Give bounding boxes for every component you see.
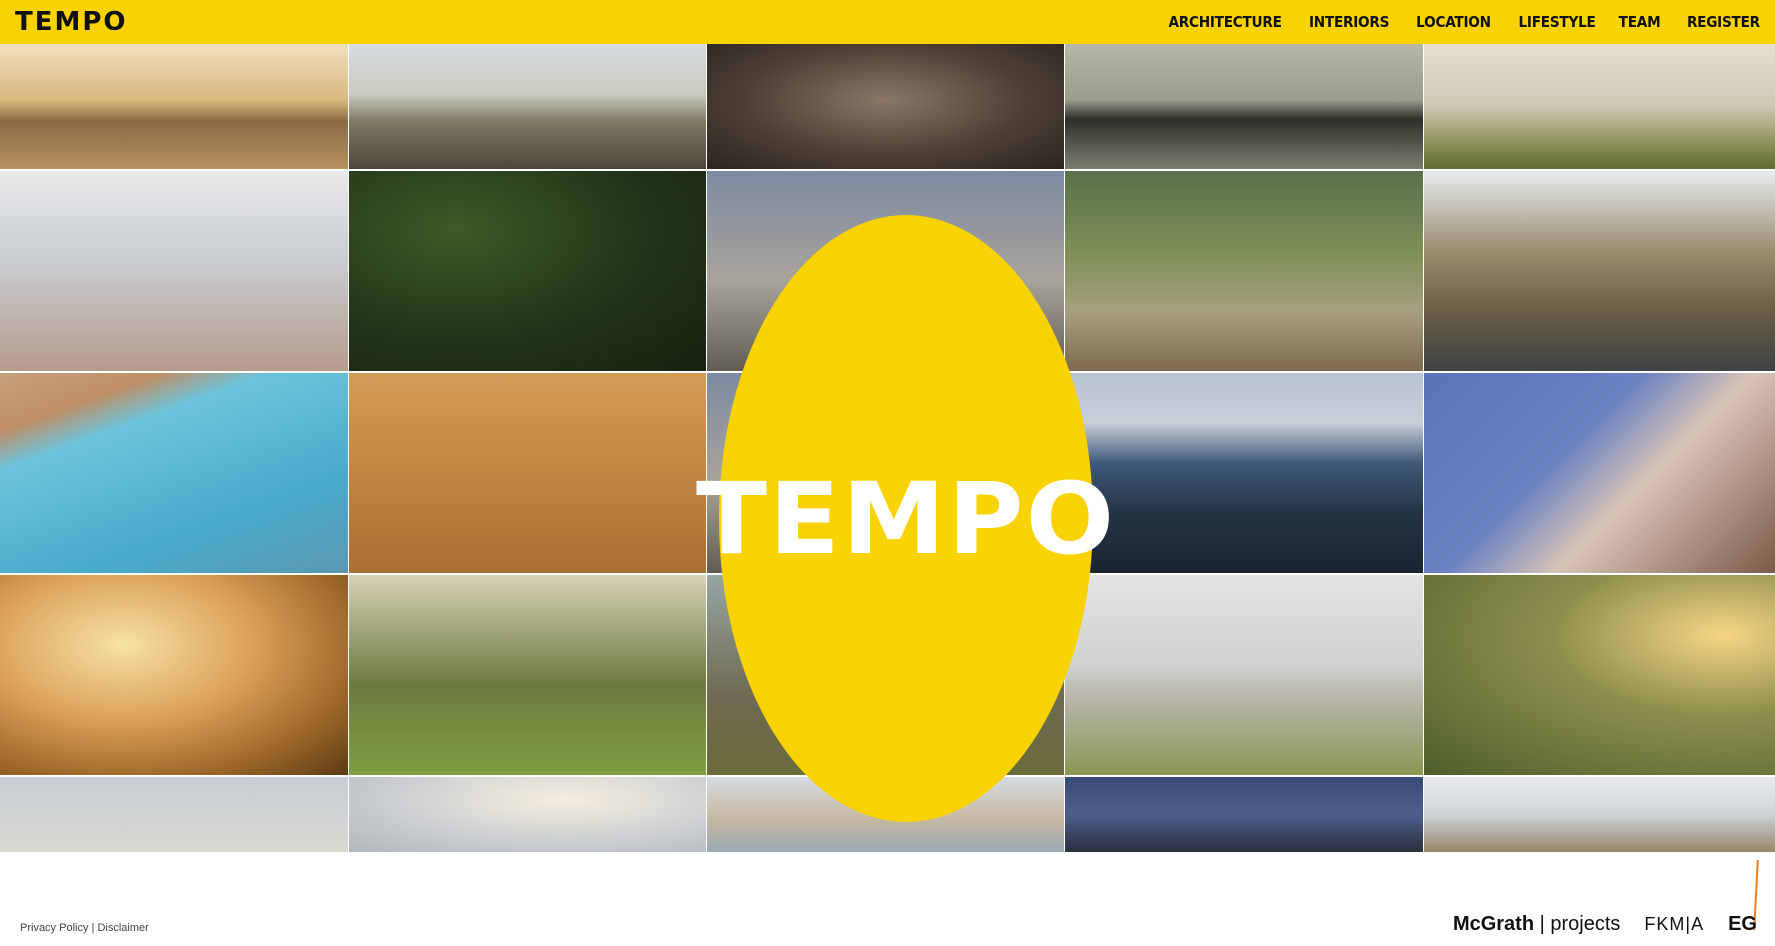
mcgrath-projects-logo[interactable]: McGrath | projects xyxy=(1453,913,1620,936)
photo-man-shopping xyxy=(0,171,348,371)
legal-links: Privacy Policy | Disclaimer xyxy=(20,922,149,934)
photo-sunset-foliage xyxy=(0,575,348,775)
hero-wordmark: TEMPO xyxy=(695,460,1117,577)
disclaimer-link[interactable]: Disclaimer xyxy=(97,922,148,934)
photo-group-dinner xyxy=(707,44,1064,169)
photo-couple-dining xyxy=(349,171,706,371)
photo-apartment-facade xyxy=(1424,373,1775,573)
projects-wordmark: projects xyxy=(1550,912,1621,935)
footer: Privacy Policy | Disclaimer McGrath | pr… xyxy=(0,852,1775,946)
photo-river xyxy=(349,44,706,169)
top-nav-bar: TEMPO ARCHITECTURE INTERIORS LOCATION LI… xyxy=(0,0,1775,44)
photo-swimming-pool xyxy=(0,373,348,573)
fkma-logo[interactable]: FKM|A xyxy=(1644,914,1704,935)
photo-stretching-runner xyxy=(349,575,706,775)
photo-sun-haze xyxy=(349,777,706,852)
mcgrath-wordmark: McGrath xyxy=(1452,912,1535,935)
nav-team[interactable]: TEAM xyxy=(1618,13,1660,31)
photo-glass-canopy xyxy=(1424,777,1775,852)
photo-building-render xyxy=(1424,171,1775,371)
lifestyle-photo-grid: TEMPO xyxy=(0,44,1775,852)
photo-bicycle xyxy=(1424,44,1775,169)
photo-boat xyxy=(1065,44,1423,169)
nav-interiors[interactable]: INTERIORS xyxy=(1309,13,1390,31)
photo-sky xyxy=(0,777,348,852)
mcgrath-separator: | xyxy=(1534,912,1551,935)
eg-logo[interactable]: EG xyxy=(1728,913,1757,936)
photo-marina xyxy=(0,44,348,169)
main-nav: ARCHITECTURE INTERIORS LOCATION LIFESTYL… xyxy=(1136,0,1760,44)
photo-bridge xyxy=(1065,373,1423,573)
photo-couple-walking xyxy=(1065,171,1423,371)
photo-jogger-park xyxy=(1424,575,1775,775)
nav-lifestyle[interactable]: LIFESTYLE xyxy=(1519,13,1596,31)
site-logo[interactable]: TEMPO xyxy=(15,4,128,40)
photo-balcony-dusk xyxy=(1065,777,1423,852)
photo-rowers xyxy=(349,373,706,573)
nav-register[interactable]: REGISTER xyxy=(1687,13,1760,31)
privacy-policy-link[interactable]: Privacy Policy xyxy=(20,922,88,934)
nav-architecture[interactable]: ARCHITECTURE xyxy=(1168,13,1281,31)
hero-logo-oval: TEMPO xyxy=(696,215,1114,822)
photo-couple-waterfront xyxy=(1065,575,1423,775)
nav-location[interactable]: LOCATION xyxy=(1417,13,1492,31)
partner-logos: McGrath | projects FKM|A EG xyxy=(1453,912,1757,936)
